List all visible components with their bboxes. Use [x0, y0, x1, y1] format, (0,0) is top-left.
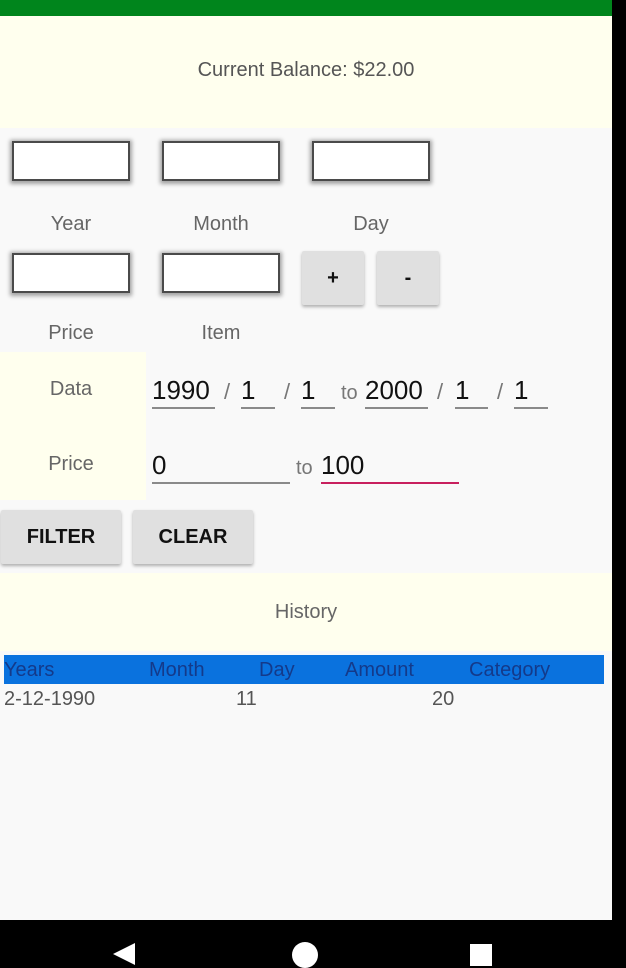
item-input[interactable]	[162, 253, 280, 293]
clear-button[interactable]: CLEAR	[133, 510, 253, 564]
row-value: 11	[236, 688, 257, 710]
history-title: History	[274, 600, 338, 623]
column-header: Day	[259, 659, 295, 681]
date-separator: /	[437, 379, 444, 404]
home-icon[interactable]	[292, 942, 318, 968]
to-label: to	[341, 382, 358, 404]
to-year-field[interactable]: 2000	[365, 374, 428, 409]
item-label: Item	[201, 322, 241, 344]
status-bar	[0, 0, 612, 16]
plus-button[interactable]: +	[302, 251, 364, 305]
balance-panel: Current Balance: $22.00	[0, 16, 612, 128]
filter-labels-panel	[0, 352, 146, 500]
row-value: 20	[432, 688, 455, 710]
year-label: Year	[50, 213, 92, 235]
to-month-field[interactable]: 1	[455, 374, 488, 409]
app-screen: Current Balance: $22.00 Year Month Day +…	[0, 0, 612, 920]
from-year-field[interactable]: 1990	[152, 374, 215, 409]
column-header: Category	[469, 659, 551, 681]
minus-button[interactable]: -	[377, 251, 439, 305]
price-from-field[interactable]: 0	[152, 449, 290, 484]
from-day-field[interactable]: 1	[301, 374, 335, 409]
to-day-field[interactable]: 1	[514, 374, 548, 409]
current-balance: Current Balance: $22.00	[197, 58, 415, 81]
price-label: Price	[48, 322, 94, 344]
filter-data-label: Data	[49, 378, 93, 400]
month-label: Month	[193, 213, 249, 235]
date-separator: /	[224, 379, 231, 404]
column-header: Years	[4, 659, 55, 681]
day-label: Day	[353, 213, 389, 235]
filter-price-label: Price	[48, 453, 94, 475]
from-month-field[interactable]: 1	[241, 374, 275, 409]
price-input[interactable]	[12, 253, 130, 293]
column-header: Amount	[345, 659, 414, 681]
column-header: Month	[149, 659, 205, 681]
history-panel: History	[0, 573, 612, 651]
year-input[interactable]	[12, 141, 130, 181]
month-input[interactable]	[162, 141, 280, 181]
to-label: to	[296, 457, 313, 479]
row-date: 2-12-1990	[4, 688, 96, 710]
recent-apps-icon[interactable]	[470, 944, 492, 966]
date-separator: /	[497, 379, 504, 404]
price-to-field[interactable]: 100	[321, 449, 459, 484]
date-separator: /	[284, 379, 291, 404]
filter-button[interactable]: FILTER	[1, 510, 121, 564]
day-input[interactable]	[312, 141, 430, 181]
back-icon[interactable]	[113, 943, 135, 965]
